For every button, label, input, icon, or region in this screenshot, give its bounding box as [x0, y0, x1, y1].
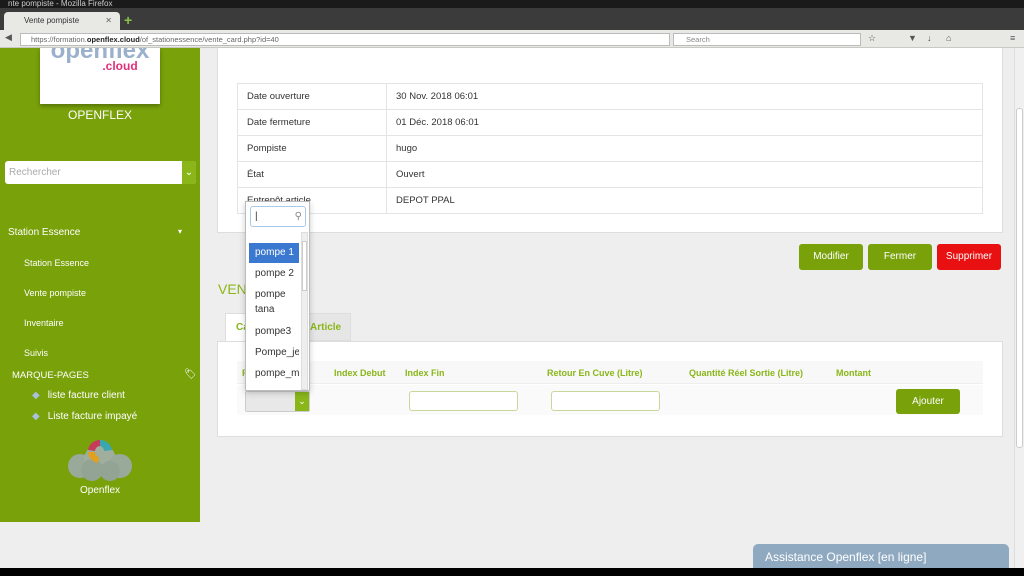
page-scrollbar[interactable]	[1014, 48, 1024, 568]
dropdown-option[interactable]: pompe_m	[249, 364, 299, 384]
index-fin-input[interactable]	[409, 391, 518, 411]
close-tab-icon[interactable]: ✕	[105, 12, 112, 30]
table-row: Date ouverture 30 Nov. 2018 06:01	[237, 83, 983, 110]
pocket-icon[interactable]: ▼	[908, 33, 917, 43]
chevron-down-icon[interactable]: ⌄	[295, 392, 309, 411]
field-value: 01 Déc. 2018 06:01	[386, 109, 983, 136]
col-header-montant: Montant	[836, 368, 871, 378]
search-placeholder: Rechercher	[9, 167, 61, 178]
scrollbar-thumb[interactable]	[1016, 108, 1023, 448]
tag-icon: ◆	[32, 390, 40, 401]
field-label: État	[237, 161, 387, 188]
dropdown-scrollbar[interactable]	[301, 232, 308, 390]
window-title: nte pompiste - Mozilla Firefox	[0, 0, 1024, 8]
sidebar-item-vente-pompiste[interactable]: Vente pompiste	[24, 288, 86, 298]
sidebar-item-station-essence[interactable]: Station Essence	[24, 258, 89, 268]
dropdown-search-input[interactable]: | ⚲	[250, 206, 306, 227]
add-button[interactable]: Ajouter	[896, 389, 960, 414]
delete-button[interactable]: Supprimer	[937, 244, 1001, 270]
bookmark-label: Liste facture impayé	[47, 411, 138, 422]
sidebar-search-input[interactable]: Rechercher ⌄	[5, 161, 196, 184]
sidebar-item-inventaire[interactable]: Inventaire	[24, 318, 64, 328]
field-label: Date fermeture	[237, 109, 387, 136]
home-icon[interactable]: ⌂	[946, 33, 951, 43]
footer-logo-label: Openflex	[79, 485, 121, 496]
tab-title: Vente pompiste	[24, 16, 80, 25]
scrollbar-thumb[interactable]	[302, 241, 307, 291]
dropdown-option[interactable]: pompe 2	[249, 264, 299, 284]
pompe-dropdown: | ⚲ pompe 1 pompe 2 pompe tana pompe3 Pom…	[245, 201, 310, 391]
table-row: Date fermeture 01 Déc. 2018 06:01	[237, 109, 983, 136]
search-value: |	[255, 211, 258, 222]
table-row: Pompiste hugo	[237, 135, 983, 162]
dropdown-option[interactable]: Pompe_je	[249, 343, 299, 363]
brand-name: OPENFLEX	[67, 108, 133, 122]
url-bar[interactable]: https://formation.openflex.cloud/of_stat…	[20, 33, 670, 46]
openflex-cloud-logo	[68, 439, 132, 481]
browser-search[interactable]: Search	[673, 33, 861, 46]
table-row: État Ouvert	[237, 161, 983, 188]
url-path: /of_stationessence/vente_card.php?id=40	[139, 35, 279, 44]
bookmark-item[interactable]: ◆ Liste facture impayé	[32, 411, 137, 422]
page: openflex .cloud OPENFLEX Rechercher ⌄ Stat…	[0, 48, 1024, 568]
openflex-logo[interactable]: openflex .cloud	[40, 48, 160, 104]
field-value: Ouvert	[386, 161, 983, 188]
col-header-index-debut: Index Debut	[334, 368, 386, 378]
modify-button[interactable]: Modifier	[799, 244, 863, 270]
field-value: DEPOT PPAL	[386, 187, 983, 214]
browser-tab[interactable]: Vente pompiste ✕	[4, 12, 120, 30]
field-value: 30 Nov. 2018 06:01	[386, 83, 983, 110]
star-icon[interactable]: ☆	[868, 33, 876, 44]
col-header-quantite: Quantité Réel Sortie (Litre)	[689, 368, 804, 378]
dropdown-option[interactable]: pompe tana	[249, 287, 299, 317]
tab-bar	[0, 8, 1024, 30]
url-domain: openflex.cloud	[86, 35, 140, 44]
assistance-chat-button[interactable]: Assistance Openflex [en ligne]	[753, 544, 1009, 568]
field-label: Date ouverture	[237, 83, 387, 110]
chevron-down-icon[interactable]: ⌄	[182, 161, 196, 184]
search-icon: ⚲	[294, 211, 302, 222]
new-tab-icon[interactable]: +	[124, 12, 132, 28]
field-value: hugo	[386, 135, 983, 162]
tag-icon: ◆	[32, 411, 40, 422]
back-icon[interactable]: ◀	[5, 32, 12, 43]
dropdown-option[interactable]: pompe 1	[249, 243, 299, 263]
sidebar-item-suivis[interactable]: Suivis	[24, 348, 48, 358]
bookmark-item[interactable]: ◆ liste facture client	[32, 390, 125, 401]
menu-icon[interactable]: ≡	[1010, 33, 1015, 43]
download-icon[interactable]: ↓	[927, 33, 932, 43]
bookmark-label: liste facture client	[47, 390, 125, 401]
dropdown-option[interactable]: pompe3	[249, 322, 299, 342]
details-table: Date ouverture 30 Nov. 2018 06:01 Date fe…	[237, 83, 983, 214]
retour-cuve-input[interactable]	[551, 391, 660, 411]
bookmarks-title: MARQUE-PAGES	[12, 370, 89, 381]
close-button[interactable]: Fermer	[868, 244, 932, 270]
col-header-index-fin: Index Fin	[405, 368, 445, 378]
bookmark-icon[interactable]: 🏷	[184, 369, 197, 380]
sidebar-section-station-essence[interactable]: Station Essence	[8, 227, 80, 238]
field-label: Pompiste	[237, 135, 387, 162]
caret-down-icon[interactable]: ▾	[178, 227, 182, 236]
col-header-retour-cuve: Retour En Cuve (Litre)	[547, 368, 643, 378]
pompe-select[interactable]: ⌄	[245, 391, 310, 412]
table-row: Entrepôt articleDEPOT PPAL	[237, 187, 983, 214]
sidebar: openflex .cloud OPENFLEX Rechercher ⌄ Stat…	[0, 48, 200, 522]
dropdown-option[interactable]: pompe_m	[249, 385, 299, 390]
url-prefix: https://formation.	[31, 35, 87, 44]
